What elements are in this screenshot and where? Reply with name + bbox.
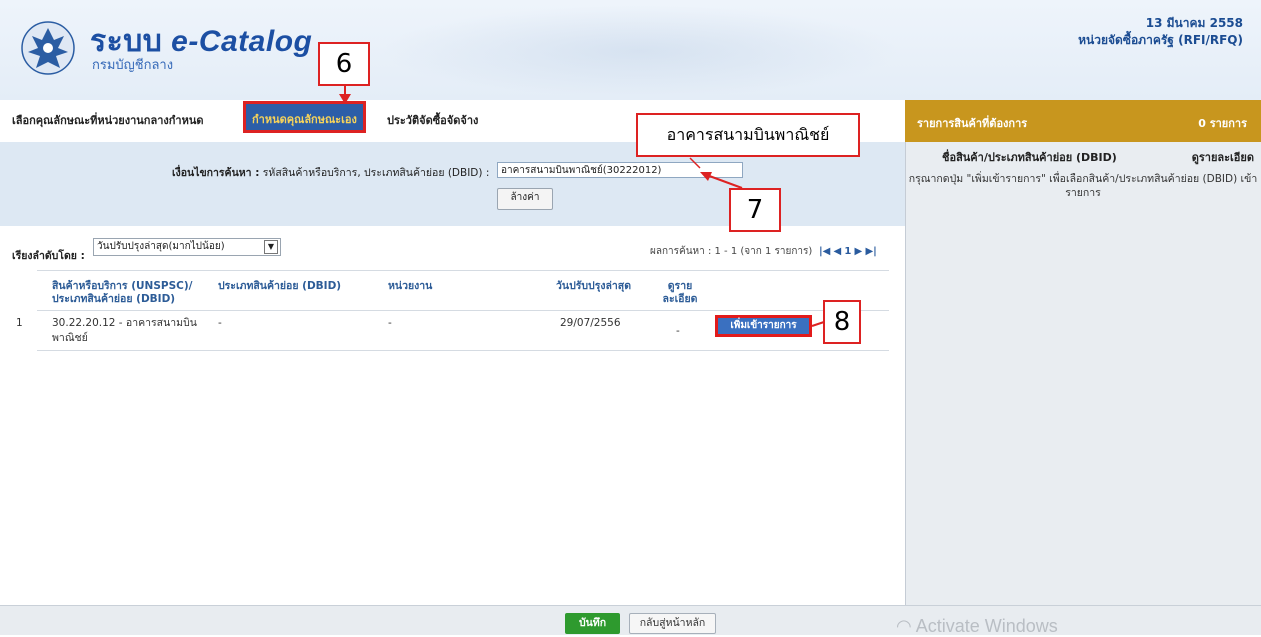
step-7-label: 7 <box>729 188 781 232</box>
note-pointer <box>689 157 701 169</box>
step-8-label: 8 <box>823 300 861 344</box>
step-6-label: 6 <box>318 42 370 86</box>
annotation-arrows <box>339 86 825 327</box>
arrow-6-head <box>339 94 351 104</box>
search-term-note: อาคารสนามบินพาณิชย์ <box>636 113 860 157</box>
